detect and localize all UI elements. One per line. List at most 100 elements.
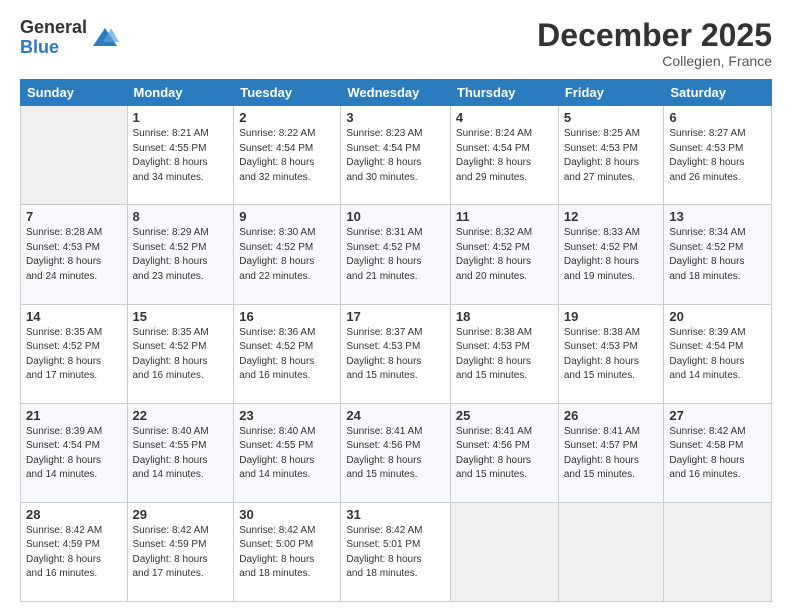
day-info: Sunrise: 8:41 AM Sunset: 4:56 PM Dayligh… (346, 425, 445, 483)
col-header-thursday: Thursday (450, 80, 558, 106)
calendar-cell: 31 Sunrise: 8:42 AM Sunset: 5:01 PM Dayli… (341, 502, 451, 601)
day-number: 12 (564, 209, 659, 224)
calendar-week-4: 28 Sunrise: 8:42 AM Sunset: 4:59 PM Dayli… (21, 502, 772, 601)
calendar-cell: 5Sunrise: 8:25 AM Sunset: 4:53 PM Daylig… (558, 106, 664, 205)
day-info: Sunrise: 8:32 AM Sunset: 4:52 PM Dayligh… (456, 226, 553, 284)
calendar-cell: 23Sunrise: 8:40 AM Sunset: 4:55 PM Dayli… (234, 403, 341, 502)
calendar-cell: 22 Sunrise: 8:40 AM Sunset: 4:55 PM Dayli… (127, 403, 234, 502)
day-info: Sunrise: 8:27 AM Sunset: 4:53 PM Dayligh… (669, 127, 766, 185)
day-number: 1 (133, 110, 229, 125)
calendar-cell: 18Sunrise: 8:38 AM Sunset: 4:53 PM Dayli… (450, 304, 558, 403)
calendar-body: 1 Sunrise: 8:21 AM Sunset: 4:55 PM Daylig… (21, 106, 772, 602)
day-info: Sunrise: 8:35 AM Sunset: 4:52 PM Dayligh… (133, 326, 229, 384)
day-info: Sunrise: 8:39 AM Sunset: 4:54 PM Dayligh… (26, 425, 122, 483)
day-number: 16 (239, 309, 335, 324)
day-info: Sunrise: 8:38 AM Sunset: 4:53 PM Dayligh… (564, 326, 659, 384)
day-info: Sunrise: 8:42 AM Sunset: 5:01 PM Dayligh… (346, 524, 445, 582)
day-number: 28 (26, 507, 122, 522)
day-info: Sunrise: 8:42 AM Sunset: 4:59 PM Dayligh… (133, 524, 229, 582)
header: General Blue December 2025 Collegien, Fr… (20, 18, 772, 69)
calendar-cell: 26Sunrise: 8:41 AM Sunset: 4:57 PM Dayli… (558, 403, 664, 502)
day-info: Sunrise: 8:42 AM Sunset: 4:58 PM Dayligh… (669, 425, 766, 483)
day-info: Sunrise: 8:36 AM Sunset: 4:52 PM Dayligh… (239, 326, 335, 384)
calendar-cell: 16 Sunrise: 8:36 AM Sunset: 4:52 PM Dayli… (234, 304, 341, 403)
day-info: Sunrise: 8:28 AM Sunset: 4:53 PM Dayligh… (26, 226, 122, 284)
calendar-cell (21, 106, 128, 205)
day-info: Sunrise: 8:40 AM Sunset: 4:55 PM Dayligh… (133, 425, 229, 483)
calendar-cell (558, 502, 664, 601)
calendar-cell: 11 Sunrise: 8:32 AM Sunset: 4:52 PM Dayli… (450, 205, 558, 304)
day-info: Sunrise: 8:37 AM Sunset: 4:53 PM Dayligh… (346, 326, 445, 384)
day-info: Sunrise: 8:30 AM Sunset: 4:52 PM Dayligh… (239, 226, 335, 284)
calendar-cell: 27 Sunrise: 8:42 AM Sunset: 4:58 PM Dayli… (664, 403, 772, 502)
day-info: Sunrise: 8:35 AM Sunset: 4:52 PM Dayligh… (26, 326, 122, 384)
day-number: 20 (669, 309, 766, 324)
calendar-cell: 29 Sunrise: 8:42 AM Sunset: 4:59 PM Dayli… (127, 502, 234, 601)
day-info: Sunrise: 8:34 AM Sunset: 4:52 PM Dayligh… (669, 226, 766, 284)
calendar-cell: 15 Sunrise: 8:35 AM Sunset: 4:52 PM Dayli… (127, 304, 234, 403)
calendar-cell: 30Sunrise: 8:42 AM Sunset: 5:00 PM Dayli… (234, 502, 341, 601)
day-info: Sunrise: 8:41 AM Sunset: 4:57 PM Dayligh… (564, 425, 659, 483)
day-info: Sunrise: 8:29 AM Sunset: 4:52 PM Dayligh… (133, 226, 229, 284)
calendar-cell: 20 Sunrise: 8:39 AM Sunset: 4:54 PM Dayli… (664, 304, 772, 403)
month-title: December 2025 (537, 18, 772, 53)
calendar-cell: 3 Sunrise: 8:23 AM Sunset: 4:54 PM Daylig… (341, 106, 451, 205)
page: General Blue December 2025 Collegien, Fr… (0, 0, 792, 612)
calendar-cell: 12 Sunrise: 8:33 AM Sunset: 4:52 PM Dayli… (558, 205, 664, 304)
logo-blue: Blue (20, 38, 87, 58)
day-number: 11 (456, 209, 553, 224)
calendar-cell (664, 502, 772, 601)
col-header-friday: Friday (558, 80, 664, 106)
day-number: 13 (669, 209, 766, 224)
calendar-cell (450, 502, 558, 601)
calendar-week-2: 14 Sunrise: 8:35 AM Sunset: 4:52 PM Dayli… (21, 304, 772, 403)
day-number: 21 (26, 408, 122, 423)
day-number: 4 (456, 110, 553, 125)
calendar-table: SundayMondayTuesdayWednesdayThursdayFrid… (20, 79, 772, 602)
calendar-cell: 14 Sunrise: 8:35 AM Sunset: 4:52 PM Dayli… (21, 304, 128, 403)
day-number: 19 (564, 309, 659, 324)
day-number: 25 (456, 408, 553, 423)
day-number: 6 (669, 110, 766, 125)
day-number: 29 (133, 507, 229, 522)
calendar-cell: 13 Sunrise: 8:34 AM Sunset: 4:52 PM Dayli… (664, 205, 772, 304)
calendar-header-row: SundayMondayTuesdayWednesdayThursdayFrid… (21, 80, 772, 106)
calendar-cell: 17 Sunrise: 8:37 AM Sunset: 4:53 PM Dayli… (341, 304, 451, 403)
subtitle: Collegien, France (537, 53, 772, 69)
calendar-cell: 21 Sunrise: 8:39 AM Sunset: 4:54 PM Dayli… (21, 403, 128, 502)
day-number: 9 (239, 209, 335, 224)
day-info: Sunrise: 8:23 AM Sunset: 4:54 PM Dayligh… (346, 127, 445, 185)
day-info: Sunrise: 8:21 AM Sunset: 4:55 PM Dayligh… (133, 127, 229, 185)
day-info: Sunrise: 8:40 AM Sunset: 4:55 PM Dayligh… (239, 425, 335, 483)
calendar-cell: 19 Sunrise: 8:38 AM Sunset: 4:53 PM Dayli… (558, 304, 664, 403)
calendar-cell: 6 Sunrise: 8:27 AM Sunset: 4:53 PM Daylig… (664, 106, 772, 205)
day-number: 3 (346, 110, 445, 125)
calendar-cell: 2 Sunrise: 8:22 AM Sunset: 4:54 PM Daylig… (234, 106, 341, 205)
day-info: Sunrise: 8:22 AM Sunset: 4:54 PM Dayligh… (239, 127, 335, 185)
calendar-cell: 24Sunrise: 8:41 AM Sunset: 4:56 PM Dayli… (341, 403, 451, 502)
day-number: 14 (26, 309, 122, 324)
day-info: Sunrise: 8:39 AM Sunset: 4:54 PM Dayligh… (669, 326, 766, 384)
title-section: December 2025 Collegien, France (537, 18, 772, 69)
calendar-week-0: 1 Sunrise: 8:21 AM Sunset: 4:55 PM Daylig… (21, 106, 772, 205)
logo-text: General Blue (20, 18, 87, 58)
day-number: 27 (669, 408, 766, 423)
calendar-cell: 1 Sunrise: 8:21 AM Sunset: 4:55 PM Daylig… (127, 106, 234, 205)
col-header-saturday: Saturday (664, 80, 772, 106)
day-number: 15 (133, 309, 229, 324)
day-number: 31 (346, 507, 445, 522)
day-info: Sunrise: 8:33 AM Sunset: 4:52 PM Dayligh… (564, 226, 659, 284)
calendar-cell: 4 Sunrise: 8:24 AM Sunset: 4:54 PM Daylig… (450, 106, 558, 205)
calendar-cell: 7Sunrise: 8:28 AM Sunset: 4:53 PM Daylig… (21, 205, 128, 304)
day-info: Sunrise: 8:41 AM Sunset: 4:56 PM Dayligh… (456, 425, 553, 483)
day-number: 17 (346, 309, 445, 324)
logo-general: General (20, 18, 87, 38)
col-header-monday: Monday (127, 80, 234, 106)
calendar-week-3: 21 Sunrise: 8:39 AM Sunset: 4:54 PM Dayli… (21, 403, 772, 502)
day-number: 22 (133, 408, 229, 423)
calendar-cell: 28 Sunrise: 8:42 AM Sunset: 4:59 PM Dayli… (21, 502, 128, 601)
day-info: Sunrise: 8:24 AM Sunset: 4:54 PM Dayligh… (456, 127, 553, 185)
day-info: Sunrise: 8:42 AM Sunset: 4:59 PM Dayligh… (26, 524, 122, 582)
day-number: 2 (239, 110, 335, 125)
day-number: 18 (456, 309, 553, 324)
